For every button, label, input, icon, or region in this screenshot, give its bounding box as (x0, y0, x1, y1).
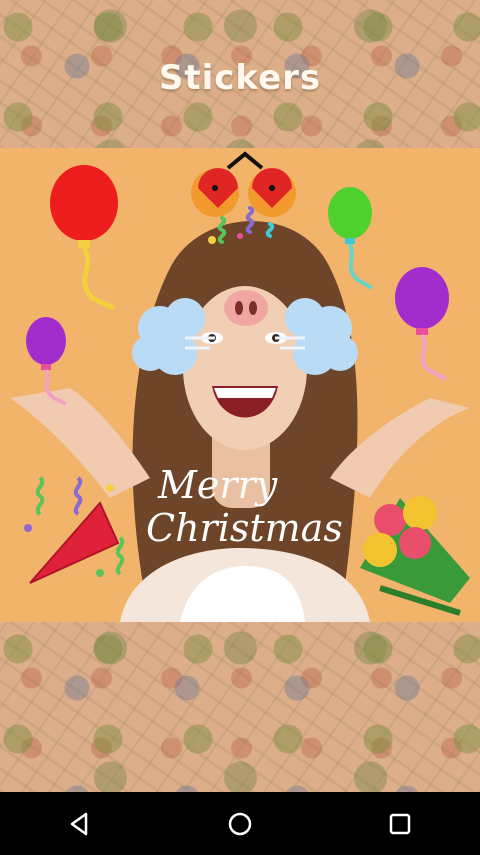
sticker-text-line1: Merry (157, 463, 278, 507)
recents-button[interactable] (370, 794, 430, 854)
doodle-background-bottom (0, 622, 480, 792)
android-nav-bar (0, 792, 480, 855)
page-title: Stickers (158, 58, 322, 98)
sticker-scene: Merry Christmas (0, 148, 480, 622)
back-icon (70, 812, 88, 835)
pig-nose-sticker (224, 290, 268, 326)
sticker-text-line2: Christmas (146, 506, 343, 550)
home-icon (228, 812, 252, 835)
recents-icon (389, 813, 411, 834)
home-button[interactable] (210, 794, 270, 854)
photo-canvas[interactable]: Merry Christmas (0, 148, 480, 622)
back-button[interactable] (50, 794, 110, 854)
